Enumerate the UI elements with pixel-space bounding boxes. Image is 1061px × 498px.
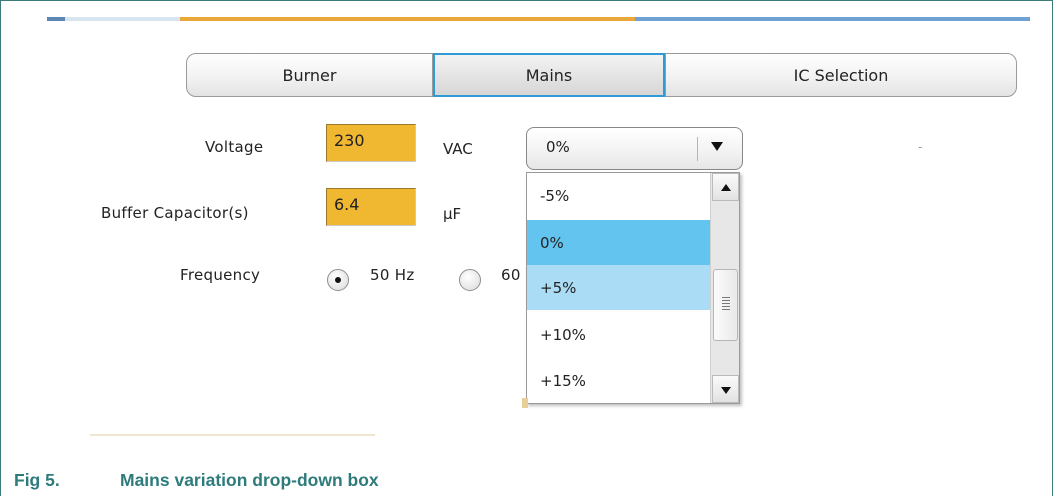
clipped-field-edge	[522, 398, 528, 408]
decorative-dash: -	[918, 140, 923, 154]
tab-burner[interactable]: Burner	[186, 53, 433, 97]
figure-title: Mains variation drop-down box	[120, 470, 379, 490]
buffer-capacitor-input[interactable]: 6.4	[326, 188, 416, 226]
option-label: +5%	[540, 279, 577, 297]
dropdown-scrollbar[interactable]	[710, 173, 739, 403]
radio-50hz-label: 50 Hz	[370, 266, 415, 284]
select-divider	[697, 137, 698, 161]
scrollbar-thumb[interactable]	[713, 269, 738, 341]
arrow-up-icon	[721, 184, 731, 191]
variation-dropdown-list: -5% 0% +5% +10% +15%	[526, 172, 740, 404]
buffer-capacitor-unit: μF	[443, 205, 462, 223]
tab-label: IC Selection	[793, 65, 889, 85]
dropdown-option-0[interactable]: 0%	[527, 220, 710, 265]
buffer-capacitor-label: Buffer Capacitor(s)	[101, 204, 249, 222]
tab-label: Mains	[525, 65, 573, 85]
chevron-down-icon[interactable]	[711, 142, 723, 151]
dropdown-option-plus10[interactable]: +10%	[527, 312, 710, 357]
top-progress-segment	[180, 17, 635, 21]
radio-50hz[interactable]	[327, 269, 349, 291]
tab-ic-selection[interactable]: IC Selection	[665, 53, 1017, 97]
variation-select[interactable]: 0%	[526, 127, 743, 170]
scroll-up-button[interactable]	[712, 173, 739, 201]
radio-selected-dot	[335, 277, 341, 283]
tab-mains[interactable]: Mains	[433, 53, 665, 97]
radio-60hz[interactable]	[459, 269, 481, 291]
tab-label: Burner	[282, 65, 337, 85]
top-progress-segment	[47, 17, 180, 21]
dropdown-option-minus5[interactable]: -5%	[527, 173, 710, 218]
arrow-down-icon	[721, 387, 731, 394]
figure-number: Fig 5.	[14, 470, 60, 490]
dropdown-option-plus5[interactable]: +5%	[527, 265, 710, 310]
radio-60hz-label: 60	[501, 266, 521, 284]
grip-icon	[722, 297, 730, 311]
voltage-input[interactable]: 230	[326, 124, 416, 162]
option-label: +15%	[540, 372, 586, 390]
scroll-down-button[interactable]	[712, 375, 739, 403]
voltage-label: Voltage	[205, 138, 264, 156]
option-label: 0%	[540, 234, 564, 252]
voltage-unit: VAC	[443, 140, 473, 158]
top-progress-segment	[635, 17, 1030, 21]
option-label: -5%	[540, 187, 570, 205]
variation-select-value: 0%	[546, 138, 570, 156]
figure-caption: Fig 5. Mains variation drop-down box	[14, 470, 379, 491]
dropdown-option-plus15[interactable]: +15%	[527, 358, 710, 403]
top-progress-segment	[47, 17, 65, 21]
option-label: +10%	[540, 326, 586, 344]
divider	[90, 434, 375, 436]
frequency-label: Frequency	[180, 266, 261, 284]
